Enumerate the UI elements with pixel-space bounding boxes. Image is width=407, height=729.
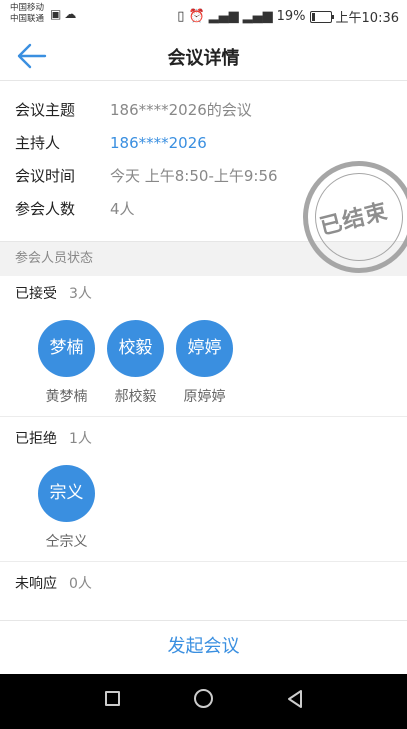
no-response-group: 未响应 0人 [0, 566, 407, 602]
back-nav-button[interactable] [286, 689, 304, 709]
no-response-count: 0人 [69, 576, 92, 592]
participant-name: 黄梦楠 [45, 389, 88, 405]
rejected-count: 1人 [69, 431, 92, 447]
carrier-1: 中国移动 [10, 3, 45, 13]
participant: 宗义 仝宗义 [38, 457, 95, 561]
nav-bar: 会议详情 [0, 32, 407, 81]
rejected-title: 已拒绝 1人 [0, 421, 407, 457]
recent-apps-button[interactable] [105, 691, 120, 706]
accepted-title: 已接受 3人 [0, 276, 407, 312]
topic-value: 186****2026的会议 [110, 101, 252, 119]
host-link[interactable]: 186****2026 [110, 134, 207, 152]
accepted-avatars: 梦楠 黄梦楠 校毅 郝校毅 婷婷 原婷婷 [0, 312, 407, 417]
participant-name: 郝校毅 [114, 389, 157, 405]
host-row: 主持人 186****2026 [0, 126, 407, 159]
system-nav-bar [0, 674, 407, 729]
participant-name: 原婷婷 [183, 389, 226, 405]
topic-label: 会议主题 [15, 101, 76, 119]
accepted-label: 已接受 [15, 286, 57, 302]
rejected-label: 已拒绝 [15, 431, 57, 447]
signal-icon: ▂▄▆ [208, 9, 239, 24]
avatar[interactable]: 梦楠 [38, 320, 95, 377]
page-title: 会议详情 [167, 48, 240, 69]
signal-icon-2: ▂▄▆ [242, 9, 273, 24]
accepted-group: 已接受 3人 梦楠 黄梦楠 校毅 郝校毅 婷婷 原婷婷 [0, 276, 407, 417]
rejected-group: 已拒绝 1人 宗义 仝宗义 [0, 421, 407, 562]
cloud-icon: ☁ [64, 7, 80, 21]
no-response-label: 未响应 [15, 576, 57, 592]
alarm-icon: ⏰ [188, 9, 205, 24]
battery-icon [309, 10, 334, 23]
count-value: 4人 [110, 200, 135, 218]
status-right: ▯ ⏰ ▂▄▆ ▂▄▆ 19% 上午10:36 [177, 7, 399, 26]
picture-icon: ▣ [50, 7, 65, 21]
notification-icons: ▣☁ [50, 7, 79, 21]
time-value: 今天 上午8:50-上午9:56 [110, 167, 278, 185]
avatar[interactable]: 婷婷 [176, 320, 233, 377]
host-label: 主持人 [15, 134, 61, 152]
time-label: 会议时间 [15, 167, 76, 185]
accepted-count: 3人 [69, 286, 92, 302]
participant: 婷婷 原婷婷 [176, 312, 233, 416]
vibrate-icon: ▯ [177, 9, 185, 24]
status-bar: 中国移动 中国联通 ▣☁ ▯ ⏰ ▂▄▆ ▂▄▆ 19% 上午10:36 [0, 0, 407, 32]
carrier-2: 中国联通 [10, 14, 45, 24]
avatar[interactable]: 宗义 [38, 465, 95, 522]
home-button[interactable] [194, 689, 213, 708]
clock: 上午10:36 [335, 11, 399, 26]
carrier-info: 中国移动 中国联通 [10, 3, 44, 25]
rejected-avatars: 宗义 仝宗义 [0, 457, 407, 562]
meeting-info: 会议主题 186****2026的会议 主持人 186****2026 会议时间… [0, 81, 407, 285]
no-response-title: 未响应 0人 [0, 566, 407, 602]
battery-level [311, 12, 315, 21]
avatar[interactable]: 校毅 [107, 320, 164, 377]
count-label: 参会人数 [15, 200, 76, 218]
start-meeting-button[interactable]: 发起会议 [0, 620, 407, 675]
participant: 梦楠 黄梦楠 [38, 312, 95, 416]
topic-row: 会议主题 186****2026的会议 [0, 93, 407, 126]
participant: 校毅 郝校毅 [107, 312, 164, 416]
battery-percent: 19% [276, 9, 306, 24]
participant-name: 仝宗义 [45, 534, 88, 550]
